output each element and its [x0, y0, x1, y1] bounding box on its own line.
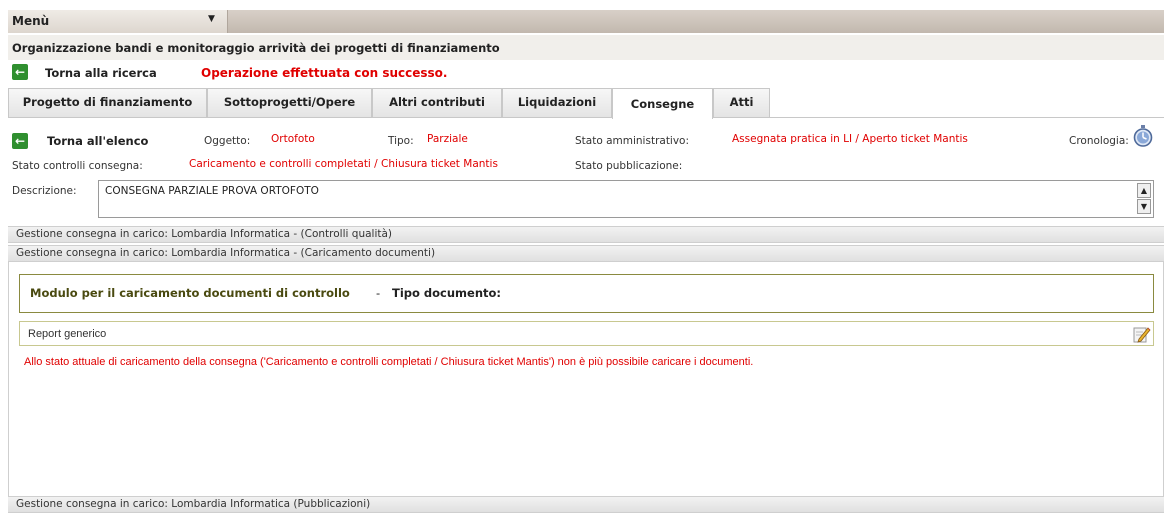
section-label: Gestione consegna in carico: Lombardia I… — [16, 247, 436, 259]
scroll-up-button[interactable]: ▲ — [1137, 183, 1151, 198]
oggetto-label: Oggetto: — [204, 135, 251, 147]
scroll-down-button[interactable]: ▼ — [1137, 199, 1151, 214]
warning-message: Allo stato attuale di caricamento della … — [24, 356, 754, 368]
chevron-down-icon: ▼ — [208, 14, 215, 24]
arrow-left-icon[interactable]: ← — [12, 133, 28, 149]
cronologia-label: Cronologia: — [1069, 135, 1129, 147]
stato-amministrativo-label: Stato amministrativo: — [575, 135, 690, 147]
tab-bar: Progetto di finanziamento Sottoprogetti/… — [8, 88, 1164, 119]
tab-progetto[interactable]: Progetto di finanziamento — [8, 88, 207, 117]
tab-sottoprogetti[interactable]: Sottoprogetti/Opere — [207, 88, 372, 117]
title-bar: Organizzazione bandi e monitoraggio arri… — [8, 35, 1164, 60]
module-header: Modulo per il caricamento documenti di c… — [19, 274, 1154, 313]
module-separator: - — [376, 286, 381, 300]
tab-liquidazioni[interactable]: Liquidazioni — [502, 88, 612, 117]
section-controlli-qualita[interactable]: Gestione consegna in carico: Lombardia I… — [8, 226, 1164, 243]
back-to-list-link[interactable]: Torna all'elenco — [47, 134, 148, 148]
menu-bar: Menù ▼ — [8, 10, 1164, 33]
menu-label: Menù — [12, 14, 50, 28]
section-label: Gestione consegna in carico: Lombardia I… — [16, 498, 371, 510]
arrow-left-icon[interactable]: ← — [12, 64, 28, 80]
tab-consegne[interactable]: Consegne — [612, 88, 713, 119]
tipo-label: Tipo: — [388, 135, 414, 147]
pencil-edit-icon[interactable] — [1133, 325, 1151, 343]
tipo-value: Parziale — [427, 133, 468, 145]
stato-controlli-label: Stato controlli consegna: — [12, 160, 143, 172]
stato-amministrativo-value: Assegnata pratica in LI / Aperto ticket … — [732, 133, 968, 145]
report-row: Report generico — [19, 321, 1154, 346]
section-caricamento-documenti[interactable]: Gestione consegna in carico: Lombardia I… — [8, 245, 1164, 262]
section-pubblicazioni[interactable]: Gestione consegna in carico: Lombardia I… — [8, 496, 1164, 513]
module-title: Modulo per il caricamento documenti di c… — [30, 286, 350, 300]
report-label: Report generico — [28, 328, 107, 340]
section-label: Gestione consegna in carico: Lombardia I… — [16, 228, 393, 240]
descrizione-label: Descrizione: — [12, 185, 77, 197]
oggetto-value: Ortofoto — [271, 133, 315, 145]
menu-dropdown[interactable]: Menù ▼ — [8, 10, 228, 33]
tab-altri-contributi[interactable]: Altri contributi — [372, 88, 502, 117]
caricamento-panel: Modulo per il caricamento documenti di c… — [8, 262, 1164, 496]
stato-controlli-value: Caricamento e controlli completati / Chi… — [189, 158, 498, 170]
descrizione-textarea[interactable]: CONSEGNA PARZIALE PROVA ORTOFOTO ▲ ▼ — [98, 180, 1154, 218]
page-title: Organizzazione bandi e monitoraggio arri… — [12, 41, 500, 55]
back-search-row: ← Torna alla ricerca Operazione effettua… — [8, 62, 1164, 84]
doc-type-label: Tipo documento: — [392, 286, 502, 300]
back-to-search-link[interactable]: Torna alla ricerca — [45, 66, 157, 80]
success-message: Operazione effettuata con successo. — [201, 66, 448, 80]
descrizione-value: CONSEGNA PARZIALE PROVA ORTOFOTO — [105, 185, 319, 197]
stopwatch-icon[interactable] — [1133, 125, 1153, 147]
stato-pubblicazione-label: Stato pubblicazione: — [575, 160, 683, 172]
tab-atti[interactable]: Atti — [713, 88, 770, 117]
